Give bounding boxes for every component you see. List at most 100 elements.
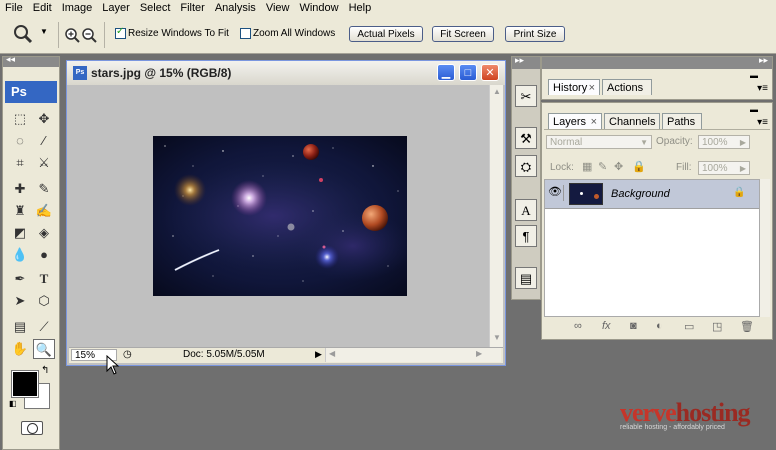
zoom-all-windows-checkbox[interactable] <box>240 28 251 39</box>
stars-image[interactable] <box>153 136 407 296</box>
status-arrow-icon[interactable]: ▶ <box>315 349 322 360</box>
scroll-right-icon[interactable]: ▶ <box>476 349 482 358</box>
new-layer-icon[interactable]: ◳ <box>712 320 722 333</box>
tool-presets-panel-button[interactable]: ⚒ <box>515 127 537 149</box>
expand-icon[interactable]: ▸▸ <box>515 55 524 66</box>
layer-mask-icon[interactable]: ◙ <box>630 320 637 332</box>
minimize-panel-icon[interactable]: ▬ <box>750 71 758 80</box>
link-layers-icon[interactable]: ∞ <box>574 320 582 332</box>
hand-tool-icon[interactable]: ✋ <box>9 339 31 359</box>
zoom-out-icon[interactable] <box>81 27 97 43</box>
navigator-panel-button[interactable]: ✂ <box>515 85 537 107</box>
collapse-icon[interactable]: ▸▸ <box>759 55 768 66</box>
status-menu-icon[interactable]: ◷ <box>123 349 132 360</box>
collapse-icon[interactable]: ◂◂ <box>6 54 15 65</box>
new-group-icon[interactable]: ▭ <box>684 320 694 333</box>
notes-panel-button[interactable]: ▤ <box>515 267 537 289</box>
menu-window[interactable]: Window <box>294 0 343 16</box>
resize-windows-checkbox[interactable] <box>115 26 126 39</box>
dodge-tool-icon[interactable]: ● <box>33 245 55 265</box>
layer-row[interactable]: 👁 Background 🔒 <box>545 180 759 209</box>
trash-icon[interactable]: 🗑 <box>740 320 754 333</box>
close-button[interactable]: ✕ <box>481 64 499 81</box>
tab-channels[interactable]: Channels <box>604 113 660 129</box>
move-tool-icon[interactable]: ✥ <box>33 109 55 129</box>
strip-header[interactable]: ▸▸ <box>512 55 540 69</box>
tab-paths[interactable]: Paths <box>662 113 702 129</box>
menu-file[interactable]: File <box>0 0 28 16</box>
healing-brush-tool-icon[interactable]: ✚ <box>9 179 31 199</box>
fill-label: Fill: <box>676 162 692 173</box>
lock-all-icon[interactable]: 🔒 <box>632 160 646 173</box>
pen-tool-icon[interactable]: ✒ <box>9 269 31 289</box>
menu-layer[interactable]: Layer <box>97 0 135 16</box>
scroll-left-icon[interactable]: ◀ <box>329 349 335 358</box>
visibility-eye-icon[interactable]: 👁 <box>547 185 564 201</box>
zoom-tool-icon[interactable]: 🔍 <box>33 339 55 359</box>
fit-screen-button[interactable]: Fit Screen <box>432 26 494 42</box>
slice-tool-icon[interactable]: ⚔ <box>33 153 55 173</box>
close-tab-icon[interactable]: × <box>591 114 597 130</box>
tab-layers[interactable]: Layers × <box>548 113 602 129</box>
brush-tool-icon[interactable]: ✎ <box>33 179 55 199</box>
marquee-tool-icon[interactable]: ⬚ <box>9 109 31 129</box>
document-title-bar[interactable]: Ps stars.jpg @ 15% (RGB/8) ▁ □ ✕ <box>67 61 505 85</box>
lock-image-icon[interactable]: ✎ <box>598 160 607 173</box>
menu-image[interactable]: Image <box>57 0 98 16</box>
horizontal-scrollbar[interactable]: ◀ ▶ <box>325 348 501 362</box>
minimize-panel-icon[interactable]: ▬ <box>750 105 758 114</box>
swap-colors-icon[interactable]: ↰ <box>41 365 49 376</box>
foreground-color-swatch[interactable] <box>11 370 39 398</box>
actual-pixels-button[interactable]: Actual Pixels <box>349 26 423 42</box>
adjustment-layer-icon[interactable]: ◐ <box>656 320 663 332</box>
scroll-down-icon[interactable]: ▼ <box>493 333 501 342</box>
paragraph-panel-button[interactable]: ¶ <box>515 225 537 247</box>
print-size-button[interactable]: Print Size <box>505 26 565 42</box>
shape-tool-icon[interactable]: ⬡ <box>33 291 55 311</box>
clone-stamp-tool-icon[interactable]: ♜ <box>9 201 31 221</box>
tab-history[interactable]: History × <box>548 79 600 95</box>
menu-filter[interactable]: Filter <box>175 0 209 16</box>
menu-edit[interactable]: Edit <box>28 0 57 16</box>
canvas-area[interactable] <box>69 85 489 347</box>
panel-menu-icon[interactable]: ▾≡ <box>757 83 768 94</box>
scroll-up-icon[interactable]: ▲ <box>493 87 501 96</box>
vertical-scrollbar[interactable]: ▲ ▼ <box>489 85 503 347</box>
notes-tool-icon[interactable]: ▤ <box>9 317 31 337</box>
eyedropper-tool-icon[interactable]: ⟋ <box>33 317 55 337</box>
crop-tool-icon[interactable]: ⌗ <box>9 153 31 173</box>
opacity-field[interactable]: 100% ▶ <box>698 135 750 149</box>
close-tab-icon[interactable]: × <box>589 80 595 96</box>
zoom-in-icon[interactable] <box>64 27 80 43</box>
panel-header[interactable]: ▸▸ <box>542 55 772 69</box>
panel-menu-icon[interactable]: ▾≡ <box>757 117 768 128</box>
menu-select[interactable]: Select <box>135 0 176 16</box>
maximize-button[interactable]: □ <box>459 64 477 81</box>
tool-preset-picker[interactable]: ▼ <box>8 22 52 46</box>
type-tool-icon[interactable]: T <box>33 269 55 289</box>
toolbox-header[interactable]: ◂◂ <box>3 54 59 67</box>
layer-style-icon[interactable]: fx <box>602 320 611 332</box>
blur-tool-icon[interactable]: 💧 <box>9 245 31 265</box>
history-brush-tool-icon[interactable]: ✍ <box>33 201 55 221</box>
menu-help[interactable]: Help <box>344 0 377 16</box>
blend-mode-select[interactable]: Normal ▼ <box>546 135 652 149</box>
default-colors-icon[interactable]: ◧ <box>9 399 17 408</box>
fill-field[interactable]: 100% ▶ <box>698 161 750 175</box>
layers-scrollbar[interactable] <box>760 179 770 317</box>
magic-wand-tool-icon[interactable]: ⁄ <box>33 131 55 151</box>
photoshop-logo[interactable]: Ps <box>5 81 57 103</box>
path-selection-tool-icon[interactable]: ➤ <box>9 291 31 311</box>
menu-view[interactable]: View <box>261 0 295 16</box>
menu-analysis[interactable]: Analysis <box>210 0 261 16</box>
lock-transparent-icon[interactable]: ▦ <box>582 160 592 173</box>
paint-bucket-tool-icon[interactable]: ◈ <box>33 223 55 243</box>
eraser-tool-icon[interactable]: ◩ <box>9 223 31 243</box>
brushes-panel-button[interactable]: ⛭ <box>515 155 537 177</box>
lasso-tool-icon[interactable]: ◌ <box>9 131 31 151</box>
tab-actions[interactable]: Actions <box>602 79 652 95</box>
character-panel-button[interactable]: A <box>515 199 537 221</box>
lock-position-icon[interactable]: ✥ <box>614 160 623 173</box>
quick-mask-button[interactable] <box>21 421 43 435</box>
minimize-button[interactable]: ▁ <box>437 64 455 81</box>
